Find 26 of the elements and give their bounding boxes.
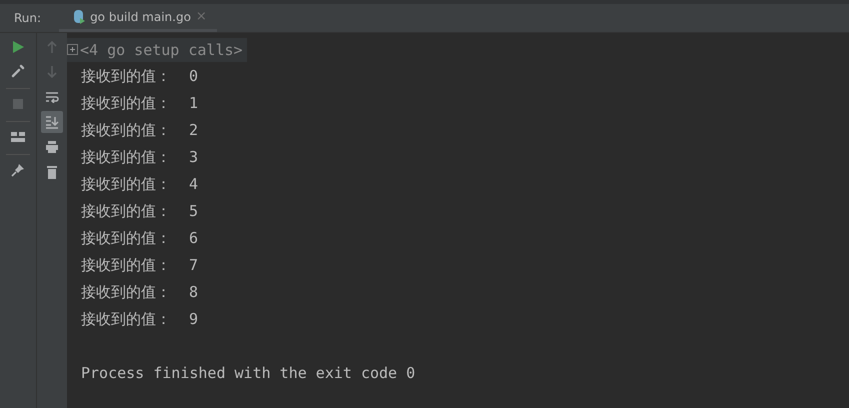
- layout-icon: [11, 131, 25, 143]
- output-line: 接收到的值： 1: [80, 93, 200, 114]
- trash-icon: [46, 165, 58, 179]
- scroll-end-button[interactable]: [41, 111, 63, 133]
- output-line: 接收到的值： 4: [80, 174, 200, 195]
- stop-icon: [12, 98, 24, 110]
- output-line: 接收到的值： 2: [80, 120, 200, 141]
- printer-icon: [45, 140, 59, 154]
- output-line: 接收到的值： 8: [80, 282, 200, 303]
- pin-icon: [11, 163, 25, 177]
- scroll-to-end-icon: [45, 115, 59, 129]
- play-icon: [11, 40, 25, 54]
- output-line: 接收到的值： 0: [80, 66, 200, 87]
- output-line: 接收到的值： 5: [80, 201, 200, 222]
- output-line: 接收到的值： 9: [80, 309, 200, 330]
- output-line: 接收到的值： 6: [80, 228, 200, 249]
- arrow-up-icon: [46, 40, 58, 54]
- soft-wrap-icon: [45, 91, 59, 103]
- output-line: 接收到的值： 3: [80, 147, 200, 168]
- run-label: Run:: [14, 11, 42, 25]
- arrow-down-icon: [46, 65, 58, 79]
- exit-message: Process finished with the exit code 0: [80, 363, 416, 384]
- fold-region[interactable]: <4 go setup calls>: [67, 38, 247, 62]
- expand-icon[interactable]: [67, 44, 78, 55]
- close-icon[interactable]: ×: [196, 9, 207, 24]
- output-line: 接收到的值： 7: [80, 255, 200, 276]
